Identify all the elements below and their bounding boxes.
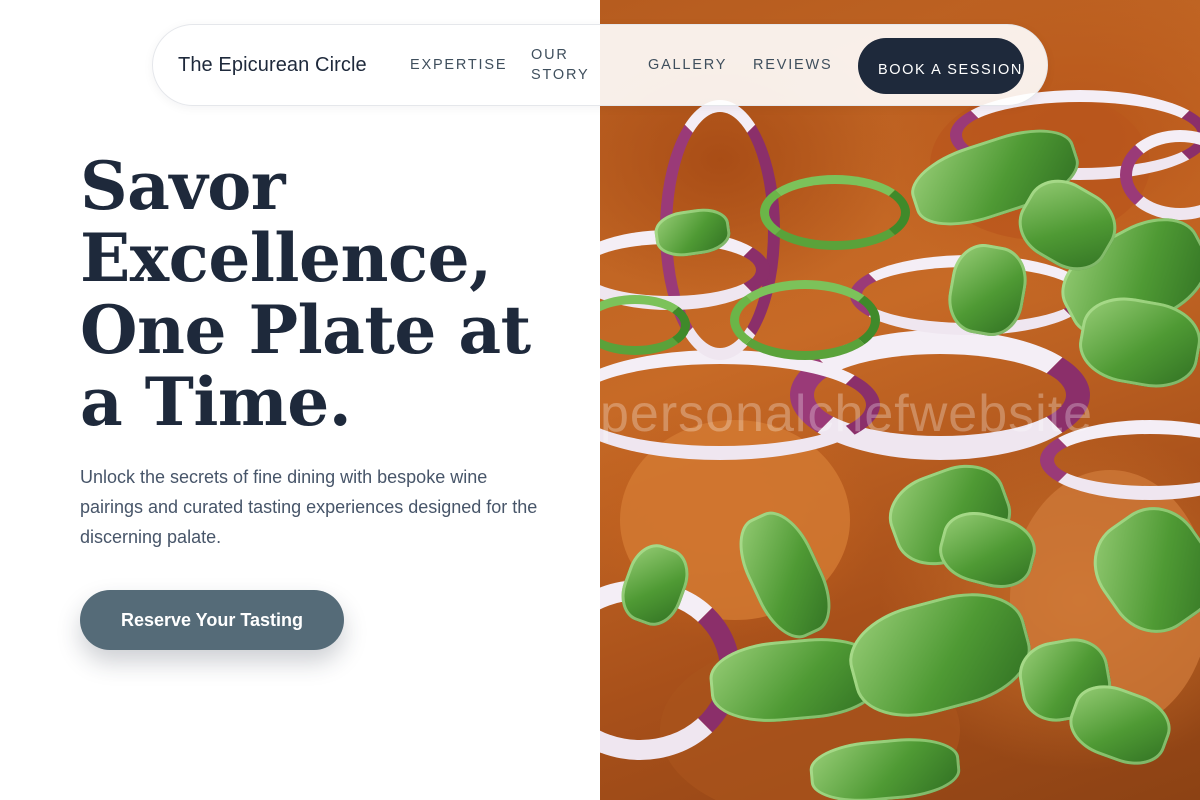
- book-session-button[interactable]: BOOK A SESSION: [858, 38, 1024, 94]
- brand-logo[interactable]: The Epicurean Circle: [178, 54, 410, 77]
- top-navigation: The Epicurean Circle EXPERTISE OUR STORY…: [152, 24, 1048, 106]
- scallion-ring: [760, 175, 910, 250]
- hero-title: Savor Excellence, One Plate at a Time.: [80, 147, 531, 441]
- nav-link-reviews[interactable]: REVIEWS: [753, 55, 832, 75]
- hero-subtitle: Unlock the secrets of fine dining with b…: [80, 467, 538, 547]
- nav-link-our-story[interactable]: OUR STORY: [531, 45, 601, 85]
- nav-link-gallery[interactable]: GALLERY: [648, 55, 727, 75]
- reserve-tasting-button[interactable]: Reserve Your Tasting: [80, 590, 344, 650]
- scallion-ring: [730, 280, 880, 360]
- nav-link-expertise[interactable]: EXPERTISE: [410, 55, 507, 75]
- hero-food-image: personalchefwebsite: [600, 0, 1200, 800]
- image-watermark: personalchefwebsite: [600, 385, 1094, 443]
